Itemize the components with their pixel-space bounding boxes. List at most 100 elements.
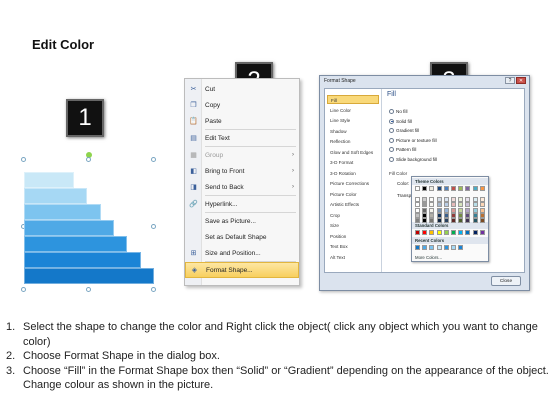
theme-color-swatch[interactable]: [443, 218, 449, 223]
standard-color-swatch[interactable]: [436, 230, 442, 235]
theme-color-swatch[interactable]: [472, 186, 478, 191]
selected-stairs-shape[interactable]: [21, 152, 156, 292]
recent-color-swatch[interactable]: [422, 245, 428, 250]
radio-icon[interactable]: [389, 118, 394, 124]
nav-item-alt-text[interactable]: Alt Text: [327, 253, 379, 262]
theme-color-swatch[interactable]: [472, 218, 478, 223]
theme-color-swatch[interactable]: [458, 186, 464, 191]
theme-color-swatch[interactable]: [465, 186, 471, 191]
fill-option-solid-fill[interactable]: Solid fill: [389, 118, 412, 124]
nav-item-fill[interactable]: Fill: [327, 95, 379, 104]
menu-item-set-as-default-shape[interactable]: Set as Default Shape: [185, 229, 299, 245]
menu-item-label: Size and Position...: [205, 249, 261, 257]
close-button[interactable]: Close: [491, 276, 521, 286]
radio-icon[interactable]: [389, 128, 394, 133]
menu-item-edit-text[interactable]: ▤ Edit Text: [185, 130, 299, 146]
menu-item-group[interactable]: ▦ Group ›: [185, 147, 299, 163]
menu-item-paste[interactable]: 📋 Paste: [185, 113, 299, 129]
nav-item-shadow[interactable]: Shadow: [327, 127, 379, 136]
theme-color-swatch[interactable]: [479, 218, 485, 223]
recent-color-swatch[interactable]: [451, 245, 456, 250]
standard-color-swatch[interactable]: [458, 230, 464, 235]
menu-item-save-as-picture[interactable]: Save as Picture...: [185, 213, 299, 229]
help-icon[interactable]: ?: [505, 77, 515, 84]
fill-option-picture-or-texture-fill[interactable]: Picture or texture fill: [389, 137, 437, 143]
standard-color-swatch[interactable]: [422, 230, 428, 235]
theme-color-swatch[interactable]: [429, 186, 435, 191]
recent-color-swatch[interactable]: [458, 245, 464, 250]
theme-color-swatch[interactable]: [465, 218, 471, 223]
nav-item-artistic-effects[interactable]: Artistic Effects: [327, 200, 379, 209]
nav-item-glow-and-soft-edges[interactable]: Glow and Soft Edges: [327, 148, 379, 157]
theme-color-swatch[interactable]: [443, 186, 449, 191]
standard-color-swatch[interactable]: [429, 230, 435, 235]
resize-handle-bottom-right[interactable]: [151, 287, 156, 292]
menu-item-label: Group: [205, 151, 224, 159]
menu-item-copy[interactable]: ❐ Copy: [185, 97, 299, 113]
resize-handle-top[interactable]: [86, 157, 91, 162]
fill-option-pattern-fill[interactable]: Pattern fill: [389, 147, 416, 152]
standard-color-swatch[interactable]: [451, 230, 456, 235]
recent-color-swatch[interactable]: [443, 245, 449, 250]
fill-option-label: Slide background fill: [396, 156, 438, 162]
nav-item-line-color[interactable]: Line Color: [327, 106, 379, 115]
nav-item-text-box[interactable]: Text Box: [327, 242, 379, 251]
menu-item-send-to-back[interactable]: ◨ Send to Back ›: [185, 179, 299, 195]
resize-handle-right[interactable]: [151, 224, 156, 229]
theme-color-swatch[interactable]: [429, 218, 435, 223]
resize-handle-bottom[interactable]: [86, 287, 91, 292]
theme-color-swatch[interactable]: [479, 186, 485, 191]
more-colors-link[interactable]: More Colors...: [415, 255, 442, 260]
fill-option-no-fill[interactable]: No fill: [389, 109, 408, 114]
resize-handle-top-left[interactable]: [21, 157, 26, 162]
bring-to-front-icon: ◧: [190, 168, 197, 175]
instruction-list: 1. Select the shape to change the color a…: [6, 320, 551, 393]
theme-color-swatch[interactable]: [422, 186, 428, 191]
instruction-step: 1. Select the shape to change the color a…: [6, 320, 551, 349]
radio-icon[interactable]: [389, 147, 394, 152]
menu-item-format-shape[interactable]: ◈ Format Shape...: [185, 262, 299, 278]
nav-item-3-d-format[interactable]: 3-D Format: [327, 158, 379, 167]
standard-color-swatch[interactable]: [479, 230, 485, 235]
standard-colors-heading: Standard Colors: [412, 222, 488, 229]
recent-color-swatch[interactable]: [415, 245, 420, 250]
theme-color-swatch[interactable]: [415, 186, 420, 191]
nav-item-picture-color[interactable]: Picture Color: [327, 190, 379, 199]
fill-option-gradient-fill[interactable]: Gradient fill: [389, 128, 419, 133]
theme-color-swatch[interactable]: [458, 218, 464, 223]
theme-color-swatch[interactable]: [436, 186, 442, 191]
menu-item-cut[interactable]: ✂ Cut: [185, 81, 299, 97]
fill-option-slide-background-fill[interactable]: Slide background fill: [389, 156, 438, 162]
standard-color-swatch[interactable]: [415, 230, 420, 235]
dialog-nav: Fill Line Color Line Style Shadow Reflection…: [325, 89, 382, 272]
radio-icon[interactable]: [389, 109, 394, 114]
menu-item-bring-to-front[interactable]: ◧ Bring to Front ›: [185, 163, 299, 179]
nav-item-3-d-rotation[interactable]: 3-D Rotation: [327, 169, 379, 178]
step-text: Select the shape to change the color and…: [23, 321, 538, 348]
nav-item-size[interactable]: Size: [327, 221, 379, 230]
close-icon[interactable]: ✕: [516, 77, 526, 84]
fill-option-label: Gradient fill: [396, 128, 420, 133]
standard-color-swatch[interactable]: [465, 230, 471, 235]
theme-color-swatch[interactable]: [451, 218, 456, 223]
menu-item-hyperlink[interactable]: 🔗 Hyperlink...: [185, 196, 299, 212]
nav-item-line-style[interactable]: Line Style: [327, 116, 379, 125]
theme-color-swatch[interactable]: [422, 218, 428, 223]
resize-handle-top-right[interactable]: [151, 157, 156, 162]
radio-icon[interactable]: [389, 156, 394, 162]
radio-icon[interactable]: [389, 137, 394, 143]
theme-color-swatch[interactable]: [436, 218, 442, 223]
nav-item-picture-corrections[interactable]: Picture Corrections: [327, 179, 379, 188]
standard-color-swatch[interactable]: [472, 230, 478, 235]
standard-color-swatch[interactable]: [443, 230, 449, 235]
scissors-icon: ✂: [190, 86, 197, 93]
recent-color-swatch[interactable]: [436, 245, 442, 250]
resize-handle-bottom-left[interactable]: [21, 287, 26, 292]
recent-color-swatch[interactable]: [429, 245, 435, 250]
menu-item-size-and-position[interactable]: ⊞ Size and Position...: [185, 245, 299, 261]
theme-color-swatch[interactable]: [415, 218, 420, 223]
nav-item-crop[interactable]: Crop: [327, 211, 379, 220]
nav-item-reflection[interactable]: Reflection: [327, 137, 379, 146]
nav-item-position[interactable]: Position: [327, 232, 379, 241]
theme-color-swatch[interactable]: [451, 186, 456, 191]
